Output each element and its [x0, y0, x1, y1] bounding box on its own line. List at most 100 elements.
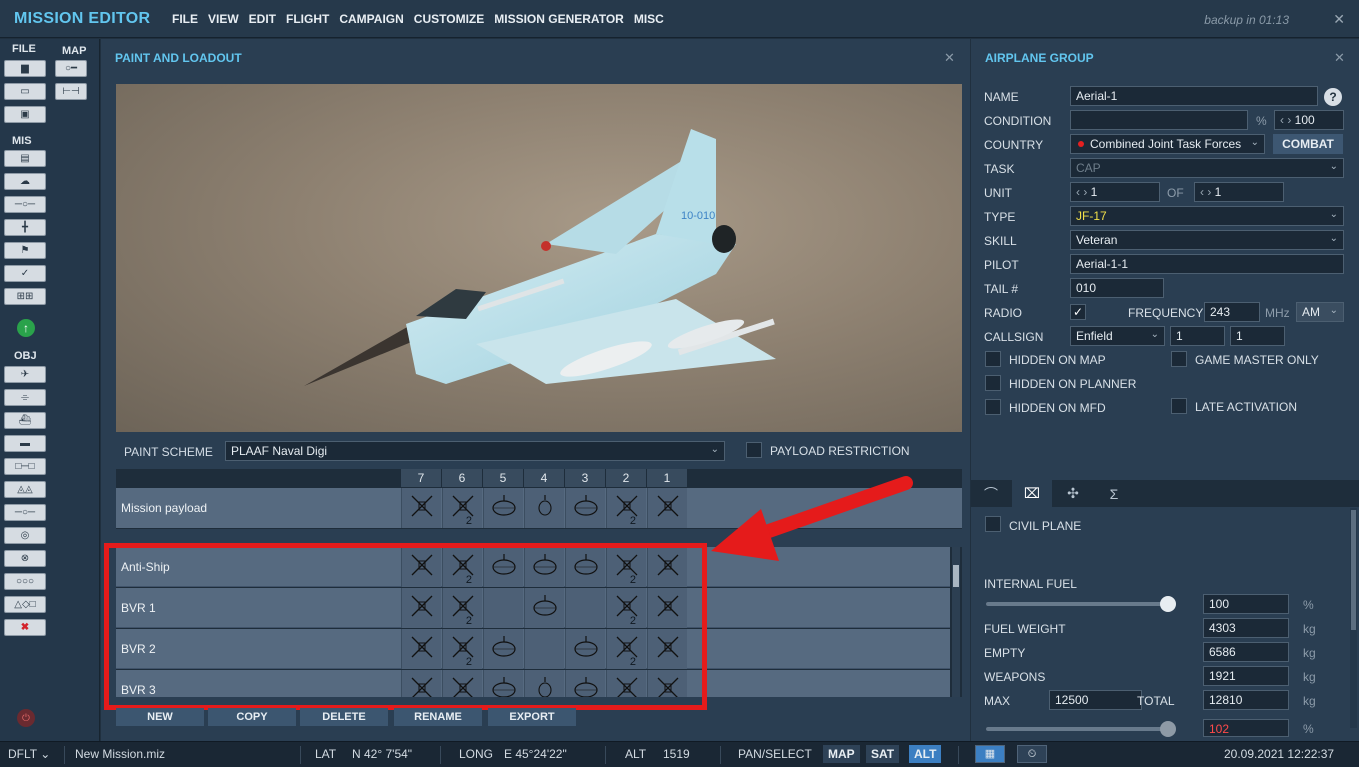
pilot-input[interactable]: Aerial-1-1	[1070, 254, 1344, 274]
pylon-cell[interactable]	[565, 488, 605, 528]
game-master-only-checkbox[interactable]	[1171, 351, 1187, 367]
add-static-button[interactable]: □─□	[4, 458, 46, 475]
menu-item-view[interactable]: VIEW	[208, 12, 239, 26]
skill-select[interactable]: Veteran ⌄	[1070, 230, 1344, 250]
tab-drone[interactable]: ✣	[1053, 480, 1093, 507]
callsign-number-1[interactable]: 1	[1170, 326, 1225, 346]
new-button[interactable]: NEW	[116, 708, 204, 726]
frequency-label: FREQUENCY	[1128, 306, 1204, 320]
add-target-circle-button[interactable]: ◎	[4, 527, 46, 544]
pylon-cell[interactable]	[483, 488, 523, 528]
combat-button[interactable]: COMBAT	[1273, 134, 1343, 154]
radio-checkbox[interactable]: ✓	[1070, 304, 1086, 320]
group-button[interactable]: ⊞⊞	[4, 288, 46, 305]
pylon-cell[interactable]	[524, 488, 564, 528]
payload-restriction-checkbox[interactable]	[746, 442, 762, 458]
pylon-cell[interactable]: 2	[442, 488, 482, 528]
add-cross-circle-button[interactable]: ⊗	[4, 550, 46, 567]
add-ship-button[interactable]: ⛴	[4, 412, 46, 429]
of-stepper[interactable]: ‹ › 1	[1194, 182, 1284, 202]
clock-button[interactable]: ⏲	[1017, 745, 1047, 763]
internal-fuel-input[interactable]: 100	[1203, 594, 1289, 614]
unit-stepper[interactable]: ‹ › 1	[1070, 182, 1160, 202]
type-select[interactable]: JF-17 ⌄	[1070, 206, 1344, 226]
paint-scheme-select[interactable]: PLAAF Naval Digi ⌄	[225, 441, 725, 461]
close-icon[interactable]: ✕	[1334, 50, 1345, 66]
late-activation-checkbox[interactable]	[1171, 398, 1187, 414]
internal-fuel-slider[interactable]	[986, 596, 1176, 612]
pylon-number: 1	[647, 469, 687, 487]
scroll-thumb[interactable]	[953, 565, 959, 587]
menu-item-file[interactable]: FILE	[172, 12, 198, 26]
slider-knob[interactable]	[1160, 721, 1176, 737]
help-icon[interactable]: ?	[1324, 88, 1342, 106]
task-select[interactable]: CAP ⌄	[1070, 158, 1344, 178]
scrollbar[interactable]	[952, 547, 960, 697]
scrollbar[interactable]	[1350, 508, 1357, 728]
menu-item-edit[interactable]: EDIT	[249, 12, 276, 26]
save-mission-button[interactable]: ▣	[4, 106, 46, 123]
menu-item-mission-generator[interactable]: MISSION GENERATOR	[494, 12, 624, 26]
add-nav-button[interactable]: ─○─	[4, 504, 46, 521]
menu-item-flight[interactable]: FLIGHT	[286, 12, 329, 26]
hidden-on-mfd-checkbox[interactable]	[985, 399, 1001, 415]
country-select[interactable]: Combined Joint Task Forces ⌄	[1070, 134, 1265, 154]
tab-route[interactable]: ⌒	[971, 480, 1011, 507]
menu-item-customize[interactable]: CUSTOMIZE	[414, 12, 484, 26]
name-input[interactable]: Aerial-1	[1070, 86, 1318, 106]
add-vehicle-button[interactable]: ▬	[4, 435, 46, 452]
tab-summary[interactable]: Σ	[1094, 480, 1134, 507]
upload-icon[interactable]: ↑	[17, 319, 35, 337]
ruler-button[interactable]: ○━	[55, 60, 87, 77]
civil-plane-checkbox[interactable]	[985, 516, 1001, 532]
scroll-thumb[interactable]	[1351, 510, 1356, 630]
add-shapes-button[interactable]: △◇□	[4, 596, 46, 613]
modulation-select[interactable]: AM ⌄	[1296, 302, 1344, 322]
add-helicopter-button[interactable]: ⌯	[4, 389, 46, 406]
filmstrip-button[interactable]: ▦	[975, 745, 1005, 763]
delete-button[interactable]: DELETE	[300, 708, 388, 726]
sat-toggle[interactable]: SAT	[866, 745, 900, 763]
flag-button[interactable]: ⚑	[4, 242, 46, 259]
close-icon[interactable]: ✕	[1333, 11, 1345, 28]
condition-stepper[interactable]: ‹ › 100	[1274, 110, 1344, 130]
exit-icon[interactable]: ⏻	[17, 709, 35, 727]
add-links-button[interactable]: ○○○	[4, 573, 46, 590]
pylon-cell[interactable]: 2	[606, 488, 646, 528]
load-slider[interactable]	[986, 721, 1176, 737]
frequency-input[interactable]: 243	[1204, 302, 1260, 322]
check-button[interactable]: ✓	[4, 265, 46, 282]
new-mission-button[interactable]: ▆	[4, 60, 46, 77]
open-mission-button[interactable]: ▭	[4, 83, 46, 100]
tail-input[interactable]: 010	[1070, 278, 1164, 298]
callsign-number-2[interactable]: 1	[1230, 326, 1285, 346]
hidden-on-planner-checkbox[interactable]	[985, 375, 1001, 391]
export-button[interactable]: EXPORT	[488, 708, 576, 726]
slider-knob[interactable]	[1160, 596, 1176, 612]
callsign-select[interactable]: Enfield ⌄	[1070, 326, 1165, 346]
alt-toggle[interactable]: ALT	[909, 745, 942, 763]
condition-input[interactable]	[1070, 110, 1248, 130]
task-value: CAP	[1076, 161, 1101, 175]
stepper-arrows-icon: ‹ ›	[1076, 185, 1088, 199]
menu-item-campaign[interactable]: CAMPAIGN	[339, 12, 403, 26]
close-icon[interactable]: ✕	[944, 50, 955, 66]
map-toggle[interactable]: MAP	[823, 745, 860, 763]
briefing-button[interactable]: ▤	[4, 150, 46, 167]
hidden-on-map-checkbox[interactable]	[985, 351, 1001, 367]
pylon-cell[interactable]	[647, 488, 687, 528]
weather-button[interactable]: ☁	[4, 173, 46, 190]
tab-payload[interactable]: ⌧	[1012, 480, 1052, 507]
copy-button[interactable]: COPY	[208, 708, 296, 726]
measure-button[interactable]: ⊢⊣	[55, 83, 87, 100]
delete-button[interactable]: ✖	[4, 619, 46, 636]
add-plane-button[interactable]: ✈	[4, 366, 46, 383]
civil-plane-label: CIVIL PLANE	[1009, 519, 1082, 533]
profile-select[interactable]: DFLT ⌄	[8, 747, 50, 761]
pylon-cell[interactable]	[401, 488, 441, 528]
add-zone-button[interactable]: ◬◬	[4, 481, 46, 498]
triggers-button[interactable]: ─○─	[4, 196, 46, 213]
rename-button[interactable]: RENAME	[394, 708, 482, 726]
menu-item-misc[interactable]: MISC	[634, 12, 664, 26]
target-button[interactable]: ╋	[4, 219, 46, 236]
